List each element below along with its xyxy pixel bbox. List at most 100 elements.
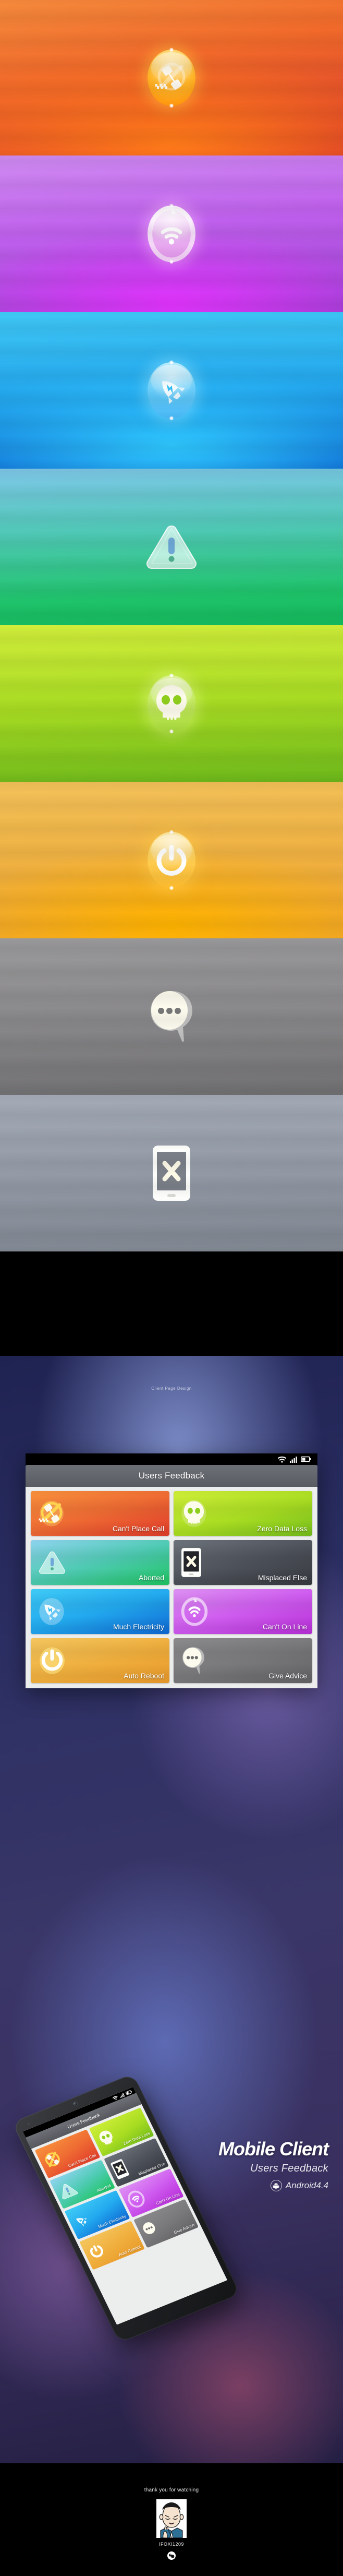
highlight-spark-bottom [169, 103, 174, 108]
brand-logo-icon [167, 2551, 176, 2560]
hero-panel-phone-x [0, 1095, 343, 1251]
highlight-spark-top [169, 47, 174, 52]
tile-label: Give Advice [173, 2222, 196, 2235]
no-call-icon [41, 2149, 65, 2171]
thanks-text: thank you for watching [144, 2487, 199, 2493]
grid-row: Much Electricity Can't On Line [31, 1589, 312, 1634]
power-icon [148, 830, 195, 890]
showcase-os: Android4.4 [162, 2180, 328, 2191]
tile-label: Much Electricity [113, 1623, 164, 1631]
skull-icon [181, 1499, 207, 1528]
highlight-spark-bottom [169, 729, 174, 734]
tile-label: Give Advice [268, 1672, 307, 1680]
hero-panel-speech [0, 938, 343, 1095]
battery-icon [301, 1456, 311, 1462]
signal-icon [290, 1456, 297, 1463]
rocket-icon [148, 360, 195, 421]
hero-panel-warning [0, 469, 343, 625]
wifi-icon [148, 204, 195, 264]
tile-label: Aborted [96, 2183, 112, 2193]
speech-badge [148, 988, 195, 1045]
skull-glyph [156, 685, 187, 720]
grid-row: Auto Reboot Give Advice [31, 1638, 312, 1683]
feedback-tile-zero-data-loss[interactable]: Zero Data Loss [174, 1491, 312, 1536]
warning-badge [144, 523, 199, 571]
page-title: Users Feedback [138, 1471, 205, 1481]
grid-row: Can't Place Call Zero Data Loss [31, 1491, 312, 1536]
feedback-grid: Can't Place Call Zero Data Loss Aborted … [26, 1487, 317, 1688]
wifi-badge [148, 204, 195, 264]
no-call-icon [148, 47, 195, 108]
tile-label: Aborted [138, 1573, 164, 1582]
skull-icon [95, 2127, 118, 2150]
grid-row: Aborted Misplaced Else [31, 1540, 312, 1585]
feedback-tile-aborted[interactable]: Aborted [31, 1540, 169, 1585]
feedback-tile-auto-reboot[interactable]: Auto Reboot [31, 1638, 169, 1683]
hero-panel-power [0, 782, 343, 938]
camera-icon [72, 2101, 78, 2106]
tile-label: Can't Place Call [112, 1524, 164, 1533]
showcase-subtitle: Users Feedback [250, 2163, 328, 2174]
highlight-spark-top [169, 360, 174, 365]
feedback-tile-cant-place-call[interactable]: Can't Place Call [31, 1491, 169, 1536]
warning-icon [146, 525, 197, 569]
avatar [156, 2499, 187, 2538]
avatar-illustration [156, 2499, 187, 2538]
sensor-icon [27, 2122, 30, 2125]
showcase-title: Mobile Client [218, 2138, 329, 2160]
footer: thank you for watching IFOXI1209 [0, 2463, 343, 2576]
rocket-icon [38, 1597, 65, 1626]
signal-icon [120, 2092, 125, 2098]
wifi-ring [148, 206, 195, 262]
tile-label: Zero Data Loss [257, 1524, 307, 1533]
rocket-glyph [162, 381, 186, 404]
tile-label: Can't On Line [262, 1623, 307, 1631]
deck-label: Client Page Design [151, 1386, 192, 1391]
speech-icon [151, 991, 192, 1042]
wifi-icon [181, 1597, 208, 1626]
phone-x-icon [109, 2158, 130, 2180]
phone-x-icon [181, 1547, 202, 1578]
wifi-icon [125, 2188, 148, 2211]
feedback-tile-much-electricity[interactable]: Much Electricity [31, 1589, 169, 1634]
showcase-copy: Mobile Client Users Feedback Android4.4 [162, 2138, 329, 2191]
no-call-glyph [155, 63, 186, 91]
power-glyph [156, 845, 187, 876]
app-screen-mock: Users Feedback Can't Place Call Zero Dat… [26, 1453, 317, 1688]
phone-x-icon [153, 1146, 190, 1201]
skull-icon [148, 673, 195, 734]
tile-label: Auto Reboot [118, 2244, 142, 2258]
app-title-bar: Users Feedback [26, 1465, 317, 1487]
android-glyph [273, 2183, 279, 2189]
tile-label: Misplaced Else [258, 1573, 307, 1582]
speech-icon [181, 1645, 206, 1676]
highlight-spark-top [169, 673, 174, 678]
tile-label: Auto Reboot [124, 1672, 164, 1680]
os-label: Android4.4 [285, 2180, 328, 2190]
no-call-badge [148, 47, 195, 108]
android-icon [270, 2180, 282, 2191]
hero-panel-skull [0, 625, 343, 782]
app-status-bar [26, 1453, 317, 1465]
no-call-icon [38, 1500, 65, 1527]
hero-panel-rocket [0, 312, 343, 469]
warning-icon [38, 1550, 66, 1575]
phone-x-badge [152, 1144, 191, 1202]
feedback-tile-give-advice[interactable]: Give Advice [174, 1638, 312, 1683]
highlight-spark-bottom [169, 416, 174, 421]
feedback-tile-misplaced-else[interactable]: Misplaced Else [174, 1540, 312, 1585]
author-handle: IFOXI1209 [158, 2542, 185, 2547]
feedback-tile-cant-on-line[interactable]: Can't On Line [174, 1589, 312, 1634]
wifi-icon [278, 1456, 286, 1463]
skull-badge [148, 673, 195, 734]
highlight-spark-bottom [169, 886, 174, 890]
warning-icon [56, 2180, 79, 2201]
power-icon [38, 1646, 66, 1675]
rocket-badge [148, 360, 195, 421]
power-icon [85, 2240, 108, 2263]
hero-panel-wifi [0, 156, 343, 312]
highlight-spark-top [169, 830, 174, 834]
hero-panel-no-call [0, 0, 343, 156]
rocket-icon [70, 2210, 94, 2233]
poster-page: Client Page Design Users Feedback Can't … [0, 0, 343, 2576]
